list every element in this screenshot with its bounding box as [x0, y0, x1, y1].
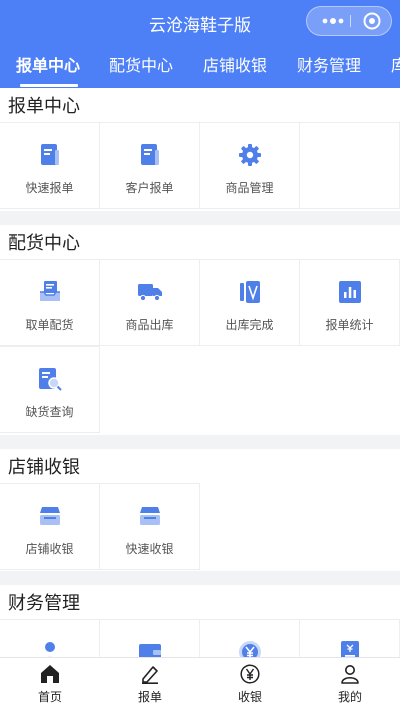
document-icon — [38, 143, 62, 167]
product-outbound-item[interactable]: 商品出库 — [100, 259, 200, 346]
home-icon — [40, 664, 60, 684]
tab-inventory[interactable]: 库 — [391, 52, 400, 76]
section-title: 配货中心 — [8, 233, 80, 253]
user-icon — [340, 664, 360, 684]
distribution-grid: 取单配货 商品出库 出库完成 报单统计 缺货查询 — [0, 259, 400, 435]
capsule-divider — [350, 15, 351, 27]
item-label: 出库完成 — [225, 318, 274, 332]
item-label: 快速收银 — [125, 542, 174, 556]
pick-order-item[interactable]: 取单配货 — [0, 259, 100, 346]
tab-finance[interactable]: 财务管理 — [297, 52, 361, 76]
nav-label: 收银 — [237, 690, 262, 704]
gear-icon — [238, 143, 262, 167]
tab-order-center[interactable]: 报单中心 — [16, 52, 80, 76]
section-store-cashier: 店铺收银 店铺收银 快速收银 — [0, 449, 400, 571]
product-management-item[interactable]: 商品管理 — [200, 122, 300, 209]
item-label: 报单统计 — [325, 318, 374, 332]
register-icon — [38, 504, 62, 528]
more-icon[interactable] — [317, 7, 349, 35]
store-cashier-item[interactable]: 店铺收银 — [0, 483, 100, 570]
section-order-center: 报单中心 快速报单 客户报单 商品管理 — [0, 88, 400, 211]
search-doc-icon — [38, 367, 62, 391]
nav-mine[interactable]: 我的 — [300, 658, 400, 711]
finish-icon — [238, 280, 262, 304]
quick-order-item[interactable]: 快速报单 — [0, 122, 100, 209]
nav-label: 我的 — [337, 690, 362, 704]
nav-label: 报单 — [137, 690, 162, 704]
tab-store-cashier[interactable]: 店铺收银 — [203, 52, 267, 76]
truck-icon — [138, 280, 162, 304]
section-title: 财务管理 — [8, 593, 80, 613]
nav-label: 首页 — [37, 690, 62, 704]
shortage-query-item[interactable]: 缺货查询 — [0, 346, 100, 433]
title-bar: 云沧海鞋子版 — [0, 0, 400, 42]
order-statistics-item[interactable]: 报单统计 — [300, 259, 400, 346]
section-title: 店铺收银 — [8, 457, 80, 477]
cashier-grid: 店铺收银 快速收银 — [0, 483, 400, 571]
nav-order[interactable]: 报单 — [100, 658, 200, 711]
outbound-complete-item[interactable]: 出库完成 — [200, 259, 300, 346]
top-header: 云沧海鞋子版 报单中心 配货中心 店铺收银 财务管理 库 — [0, 0, 400, 88]
customer-order-item[interactable]: 客户报单 — [100, 122, 200, 209]
tab-distribution-center[interactable]: 配货中心 — [109, 52, 173, 76]
document-icon — [138, 143, 162, 167]
section-distribution-center: 配货中心 取单配货 商品出库 出库完成 报单统计 缺货查询 — [0, 225, 400, 435]
chart-icon — [338, 280, 362, 304]
item-label: 商品出库 — [125, 318, 174, 332]
pen-icon — [140, 664, 160, 685]
item-label: 缺货查询 — [25, 405, 74, 419]
section-finance: 财务管理 — [0, 585, 400, 706]
item-label: 取单配货 — [25, 318, 74, 332]
category-tabs: 报单中心 配货中心 店铺收银 财务管理 库 — [0, 42, 400, 88]
section-title: 报单中心 — [8, 96, 80, 116]
empty-cell — [100, 346, 200, 433]
item-label: 客户报单 — [125, 181, 174, 195]
register-icon — [138, 504, 162, 528]
nav-home[interactable]: 首页 — [0, 658, 100, 711]
mini-program-capsule — [306, 6, 392, 36]
close-target-icon[interactable] — [363, 12, 381, 30]
item-label: 快速报单 — [25, 181, 74, 195]
bottom-navigation: 首页 报单 收银 我的 — [0, 657, 400, 711]
quick-cashier-item[interactable]: 快速收银 — [100, 483, 200, 570]
empty-cell — [300, 122, 400, 209]
item-label: 商品管理 — [225, 181, 274, 195]
yuan-icon — [240, 664, 260, 684]
item-label: 店铺收银 — [25, 542, 74, 556]
active-tab-indicator — [20, 84, 78, 87]
nav-cashier[interactable]: 收银 — [200, 658, 300, 711]
order-grid: 快速报单 客户报单 商品管理 — [0, 122, 400, 211]
tray-icon — [38, 280, 62, 304]
